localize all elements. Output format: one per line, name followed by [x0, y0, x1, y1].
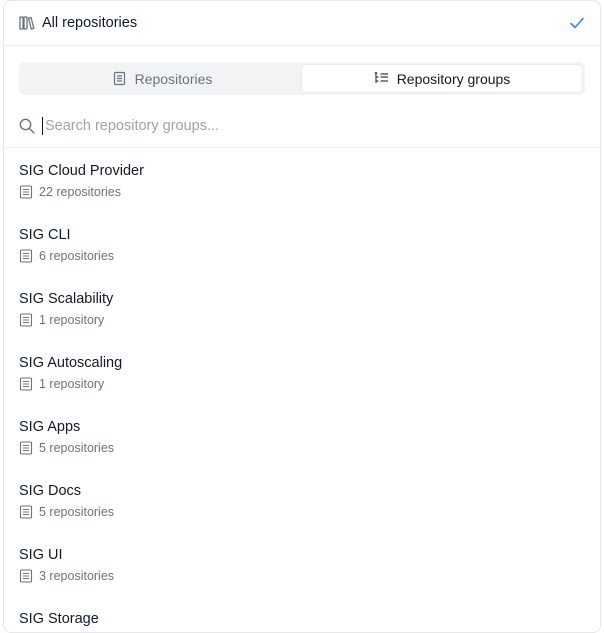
selected-scope-title: All repositories [42, 15, 138, 31]
books-icon [18, 14, 36, 32]
list-item[interactable]: SIG Apps 5 repositories [4, 404, 600, 468]
repository-icon [112, 71, 127, 86]
repository-icon [19, 249, 33, 263]
list-item[interactable]: SIG UI 3 repositories [4, 532, 600, 596]
repository-icon [19, 505, 33, 519]
group-name: SIG Autoscaling [19, 355, 123, 371]
list-item[interactable]: SIG CLI 6 repositories [4, 212, 600, 276]
list-item[interactable]: SIG Autoscaling 1 repository [4, 340, 600, 404]
group-repo-count: 5 repositories [39, 505, 115, 519]
selector-tabs: Repositories Repository groups [19, 62, 585, 95]
search-bar [4, 105, 600, 148]
repository-icon [19, 185, 33, 199]
group-repo-count: 1 repository [39, 377, 105, 391]
tab-repository-groups-label: Repository groups [396, 70, 511, 87]
tab-repositories[interactable]: Repositories [22, 65, 302, 92]
group-repo-count: 3 repositories [39, 569, 115, 583]
group-name: SIG Docs [19, 483, 82, 499]
group-name: SIG Cloud Provider [19, 163, 144, 179]
group-name: SIG UI [19, 547, 63, 563]
tab-repositories-label: Repositories [134, 70, 213, 87]
repository-group-list: SIG Cloud Provider 22 repositories SIG C… [4, 148, 600, 632]
selector-header[interactable]: All repositories [4, 1, 600, 46]
list-item[interactable]: SIG Docs 5 repositories [4, 468, 600, 532]
group-name: SIG CLI [19, 227, 71, 243]
repository-icon [19, 377, 33, 391]
list-item[interactable]: SIG Storage [4, 596, 600, 632]
group-name: SIG Apps [19, 419, 81, 435]
repository-icon [19, 569, 33, 583]
list-item[interactable]: SIG Scalability 1 repository [4, 276, 600, 340]
search-input[interactable] [42, 117, 525, 135]
list-item[interactable]: SIG Cloud Provider 22 repositories [4, 148, 600, 212]
list-tree-icon [374, 71, 389, 86]
group-repo-count: 5 repositories [39, 441, 115, 455]
group-repo-count: 22 repositories [39, 185, 121, 199]
repository-icon [19, 313, 33, 327]
repository-selector-panel: All repositories Repositories Repository… [3, 0, 601, 633]
search-icon [18, 117, 36, 135]
repository-icon [19, 441, 33, 455]
group-repo-count: 6 repositories [39, 249, 115, 263]
group-name: SIG Storage [19, 611, 99, 627]
group-repo-count: 1 repository [39, 313, 105, 327]
tab-repository-groups[interactable]: Repository groups [302, 65, 582, 92]
group-name: SIG Scalability [19, 291, 114, 307]
check-icon [568, 14, 586, 32]
